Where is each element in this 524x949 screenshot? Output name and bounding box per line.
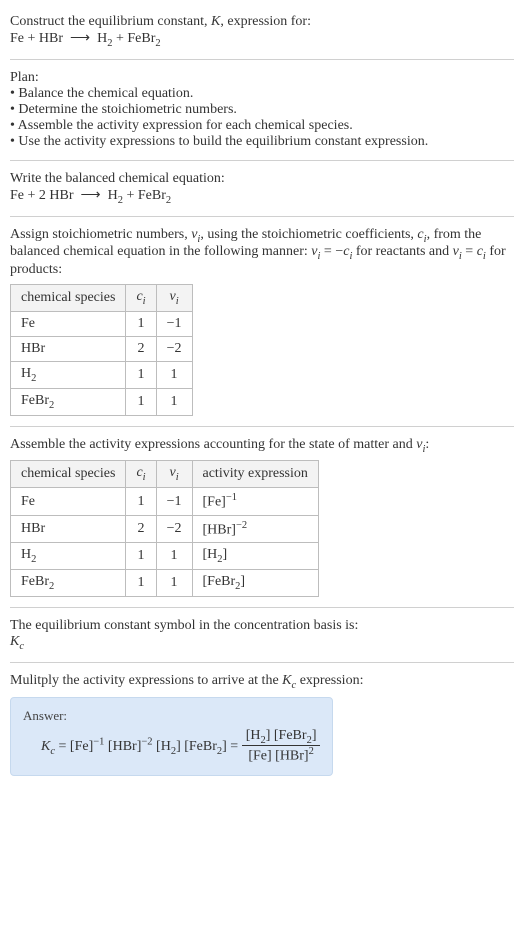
st-b: , using the stoichiometric coefficients,: [200, 227, 417, 242]
col-activity: activity expression: [192, 461, 318, 488]
cell-nu: −2: [156, 336, 192, 361]
bal-rhs-h: H: [108, 188, 118, 203]
act-a: Assemble the activity expressions accoun…: [10, 437, 416, 452]
answer-fraction: [H2] [FeBr2] [Fe] [HBr]2: [242, 728, 321, 765]
col-nu: νi: [156, 285, 192, 312]
multiply-line: Mulitply the activity expressions to arr…: [10, 673, 363, 688]
symbol-Kc: Kc: [10, 634, 24, 649]
activity-table: chemical species ci νi activity expressi…: [10, 460, 319, 597]
cell-nu: 1: [156, 570, 192, 597]
divider: [10, 662, 514, 663]
divider: [10, 59, 514, 60]
col-species: chemical species: [11, 461, 126, 488]
cell-species: HBr: [11, 336, 126, 361]
table-row: H2 1 1: [11, 361, 193, 388]
cell-activity: [HBr]−2: [192, 515, 318, 543]
cell-nu: 1: [156, 361, 192, 388]
plan-section: Plan: • Balance the chemical equation. •…: [10, 64, 514, 156]
cell-species: H2: [11, 543, 126, 570]
col-c: ci: [126, 285, 156, 312]
bal-rhs-febr-sub: 2: [166, 195, 171, 206]
cell-nu: 1: [156, 543, 192, 570]
eq-lhs: Fe + HBr: [10, 31, 63, 46]
answer-expression: Kc = [Fe]−1 [HBr]−2 [H2] [FeBr2] = [H2] …: [23, 728, 320, 765]
col-nu: νi: [156, 461, 192, 488]
col-c: ci: [126, 461, 156, 488]
table-header-row: chemical species ci νi: [11, 285, 193, 312]
bal-rhs-febr: + FeBr: [123, 188, 166, 203]
plan-title: Plan:: [10, 70, 39, 85]
cell-species: Fe: [11, 311, 126, 336]
cell-c: 1: [126, 570, 156, 597]
table-row: Fe 1 −1 [Fe]−1: [11, 488, 319, 516]
cell-species: FeBr2: [11, 570, 126, 597]
plan-item-3: Assemble the activity expression for eac…: [18, 118, 353, 133]
balanced-equation: Fe + 2 HBr ⟶ H2 + FeBr2: [10, 188, 171, 203]
eq-rhs-h: H: [97, 31, 107, 46]
cell-c: 1: [126, 488, 156, 516]
table-row: FeBr2 1 1: [11, 388, 193, 415]
cell-activity: [H2]: [192, 543, 318, 570]
multiply-section: Mulitply the activity expressions to arr…: [10, 667, 514, 782]
cell-c: 1: [126, 361, 156, 388]
cell-activity: [Fe]−1: [192, 488, 318, 516]
bal-lhs: Fe + 2 HBr: [10, 188, 74, 203]
divider: [10, 426, 514, 427]
table-row: HBr 2 −2: [11, 336, 193, 361]
divider: [10, 216, 514, 217]
table-row: HBr 2 −2 [HBr]−2: [11, 515, 319, 543]
cell-nu: −1: [156, 311, 192, 336]
cell-nu: −2: [156, 515, 192, 543]
answer-label: Answer:: [23, 708, 320, 724]
table-header-row: chemical species ci νi activity expressi…: [11, 461, 319, 488]
plan-item-2: Determine the stoichiometric numbers.: [18, 102, 237, 117]
eq-rhs-febr-sub: 2: [155, 38, 160, 49]
cell-species: Fe: [11, 488, 126, 516]
prompt-K: K: [211, 14, 220, 29]
cell-species: H2: [11, 361, 126, 388]
cell-nu: −1: [156, 488, 192, 516]
plan-item-4: Use the activity expressions to build th…: [18, 134, 428, 149]
divider: [10, 607, 514, 608]
cell-species: FeBr2: [11, 388, 126, 415]
table-row: H2 1 1 [H2]: [11, 543, 319, 570]
fraction-denominator: [Fe] [HBr]2: [242, 746, 321, 765]
st-d: for reactants and: [352, 244, 452, 259]
col-species: chemical species: [11, 285, 126, 312]
stoich-intro: Assign stoichiometric numbers, νi, using…: [10, 227, 506, 278]
fraction-numerator: [H2] [FeBr2]: [242, 728, 321, 747]
eq-rhs-febr: + FeBr: [112, 31, 155, 46]
table-row: FeBr2 1 1 [FeBr2]: [11, 570, 319, 597]
prompt-text-2: , expression for:: [220, 14, 311, 29]
activity-intro: Assemble the activity expressions accoun…: [10, 437, 429, 452]
cell-nu: 1: [156, 388, 192, 415]
stoich-section: Assign stoichiometric numbers, νi , using…: [10, 221, 514, 422]
plan-item-1: Balance the chemical equation.: [18, 86, 193, 101]
answer-box: Answer: Kc = [Fe]−1 [HBr]−2 [H2] [FeBr2]…: [10, 697, 333, 776]
prompt-text-1: Construct the equilibrium constant,: [10, 14, 211, 29]
st-eq2: =: [462, 244, 477, 259]
act-b: :: [425, 437, 429, 452]
table-row: Fe 1 −1: [11, 311, 193, 336]
cell-c: 1: [126, 311, 156, 336]
divider: [10, 160, 514, 161]
arrow-icon: ⟶: [81, 188, 101, 203]
st-a: Assign stoichiometric numbers,: [10, 227, 191, 242]
stoich-table: chemical species ci νi Fe 1 −1 HBr 2 −2 …: [10, 284, 193, 415]
cell-c: 1: [126, 543, 156, 570]
symbol-section: The equilibrium constant symbol in the c…: [10, 612, 514, 658]
unbalanced-equation: Fe + HBr ⟶ H2 + FeBr2: [10, 31, 161, 46]
balanced-title: Write the balanced chemical equation:: [10, 171, 225, 186]
symbol-line: The equilibrium constant symbol in the c…: [10, 618, 358, 633]
cell-c: 2: [126, 336, 156, 361]
activity-section: Assemble the activity expressions accoun…: [10, 431, 514, 604]
balanced-section: Write the balanced chemical equation: Fe…: [10, 165, 514, 212]
arrow-icon: ⟶: [70, 31, 90, 46]
st-eq1: = −: [320, 244, 343, 259]
cell-species: HBr: [11, 515, 126, 543]
cell-activity: [FeBr2]: [192, 570, 318, 597]
cell-c: 1: [126, 388, 156, 415]
cell-c: 2: [126, 515, 156, 543]
prompt-section: Construct the equilibrium constant, K, e…: [10, 8, 514, 55]
